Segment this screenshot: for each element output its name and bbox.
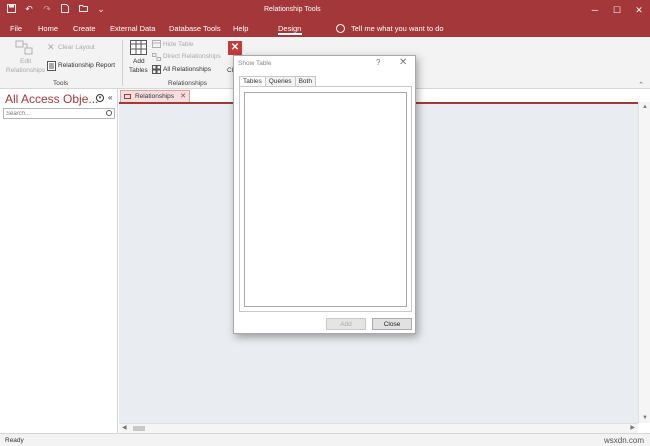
ribbon-tabs: File Home Create External Data Database … (0, 20, 650, 37)
nav-collapse-icon[interactable]: « (108, 93, 112, 102)
tell-me-box[interactable]: Tell me what you want to do (336, 24, 444, 33)
group-separator (122, 40, 123, 86)
nav-search-box (3, 108, 115, 119)
tab-both[interactable]: Both (294, 76, 316, 86)
dialog-close-icon[interactable]: ✕ (399, 57, 407, 68)
add-tables-icon (130, 40, 147, 55)
tab-help[interactable]: Help (233, 24, 248, 33)
customize-qat-icon[interactable]: ⌄ (96, 4, 106, 15)
hide-table-button[interactable]: Hide Table (163, 41, 194, 48)
collapse-ribbon-icon[interactable]: ⌃ (638, 81, 644, 89)
horizontal-scrollbar[interactable]: ◀ ▶ (119, 423, 638, 433)
clear-layout-button[interactable]: Clear Layout (58, 44, 95, 51)
active-tab-indicator (278, 33, 302, 35)
status-text: Ready (5, 437, 24, 444)
close-tab-icon[interactable]: ✕ (180, 92, 186, 100)
search-icon (336, 24, 345, 33)
context-title: Relationship Tools (264, 6, 321, 13)
edit-relationships-label-2[interactable]: Relationships (6, 67, 45, 74)
dialog-tab-panel (239, 86, 412, 312)
maximize-icon[interactable]: ☐ (606, 0, 628, 20)
tell-me-text: Tell me what you want to do (351, 24, 444, 33)
help-icon[interactable]: ? (376, 58, 380, 67)
relationships-tab-icon (124, 94, 131, 99)
scroll-left-icon[interactable]: ◀ (122, 424, 127, 431)
relationship-report-button[interactable]: Relationship Report (58, 62, 115, 69)
title-bar: ↶ ↷ ⌄ Relationship Tools ─ ☐ ✕ (0, 0, 650, 20)
undo-icon[interactable]: ↶ (24, 4, 34, 15)
tab-home[interactable]: Home (38, 24, 58, 33)
relationships-group-label: Relationships (168, 80, 208, 87)
direct-relationships-button[interactable]: Direct Relationships (163, 53, 221, 60)
nav-dropdown-icon[interactable]: ▾ (96, 94, 104, 102)
tab-external-data[interactable]: External Data (110, 24, 155, 33)
redo-icon[interactable]: ↷ (42, 4, 52, 15)
close-button[interactable]: Close (372, 318, 412, 330)
tab-create[interactable]: Create (73, 24, 96, 33)
table-list[interactable] (244, 92, 407, 307)
tab-design[interactable]: Design (278, 24, 301, 33)
edit-relationships-icon (15, 40, 33, 55)
add-tables-label-2[interactable]: Tables (129, 67, 148, 74)
quick-access-toolbar: ↶ ↷ ⌄ (6, 4, 106, 15)
vertical-scrollbar[interactable]: ▲ ▼ (638, 102, 650, 423)
window-close-icon[interactable]: ✕ (628, 0, 650, 20)
direct-relationships-icon (152, 53, 161, 61)
new-icon[interactable] (60, 4, 70, 15)
add-button[interactable]: Add (326, 318, 366, 330)
tab-file[interactable]: File (10, 24, 22, 33)
tab-database-tools[interactable]: Database Tools (169, 24, 221, 33)
tools-group-label: Tools (53, 80, 69, 87)
scroll-right-icon[interactable]: ▶ (630, 424, 635, 431)
scroll-down-icon[interactable]: ▼ (642, 415, 648, 421)
hide-table-icon (152, 40, 161, 48)
relationship-report-icon (47, 61, 56, 71)
all-relationships-icon (152, 65, 161, 74)
relationships-document-tab[interactable]: Relationships ✕ (120, 90, 190, 102)
close-relationships-icon[interactable]: ✕ (228, 41, 242, 55)
search-icon[interactable] (106, 110, 112, 116)
scroll-up-icon[interactable]: ▲ (642, 104, 648, 110)
status-bar: Ready wsxdn.com (0, 433, 650, 446)
watermark: wsxdn.com (603, 436, 644, 445)
document-tab-label: Relationships (135, 93, 175, 100)
horizontal-scroll-thumb[interactable] (133, 426, 145, 431)
tab-queries[interactable]: Queries (264, 76, 296, 86)
add-tables-label-1[interactable]: Add (133, 58, 145, 65)
open-icon[interactable] (78, 4, 88, 15)
show-table-dialog: Show Table ? ✕ Tables Queries Both Add C… (233, 55, 416, 334)
all-relationships-button[interactable]: All Relationships (163, 66, 211, 73)
minimize-icon[interactable]: ─ (584, 0, 606, 20)
nav-pane-title[interactable]: All Access Obje... (5, 92, 98, 106)
edit-relationships-label-1[interactable]: Edit (20, 58, 31, 65)
dialog-title: Show Table (238, 60, 272, 67)
nav-search-input[interactable] (4, 109, 102, 118)
clear-layout-icon: ✕ (47, 42, 55, 52)
save-icon[interactable] (6, 4, 16, 15)
navigation-pane: All Access Obje... ▾ « (0, 89, 118, 433)
